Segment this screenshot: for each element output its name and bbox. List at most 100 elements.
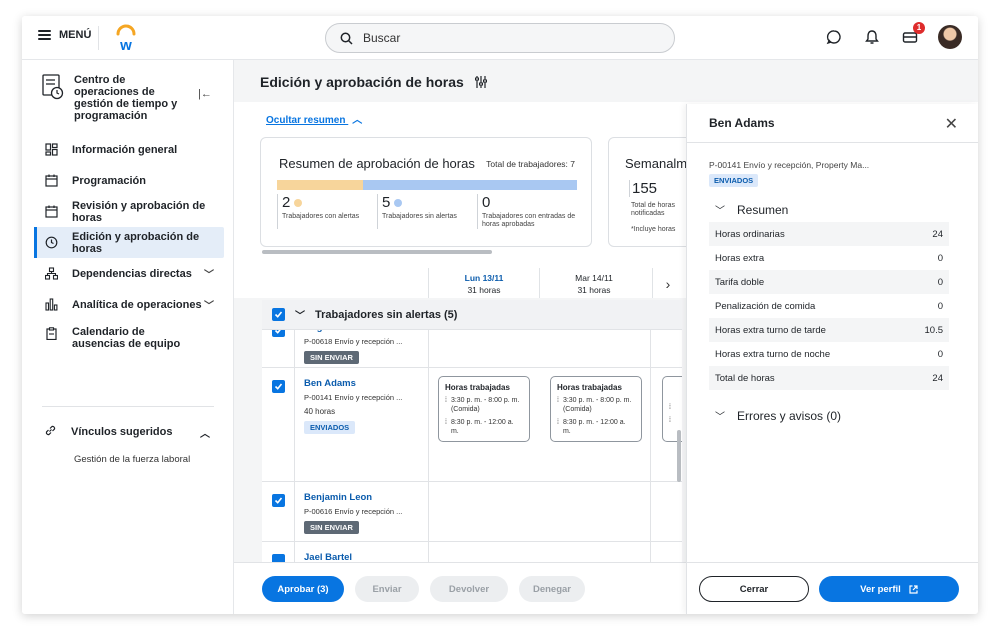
- group-header[interactable]: ﹀ Trabajadores sin alertas (5): [262, 300, 682, 330]
- search-placeholder: Buscar: [363, 31, 401, 45]
- summary-row: Horas extra 0: [709, 246, 949, 270]
- cell-divider: [294, 368, 295, 481]
- stat-without-alerts[interactable]: 5 Trabajadores sin alertas: [377, 194, 477, 229]
- group-checkbox[interactable]: [272, 308, 285, 321]
- summary-card: Resumen de aprobación de horas Total de …: [260, 137, 592, 247]
- stat-label: Trabajadores con alertas: [282, 213, 360, 220]
- column-day: Mar 14/11: [575, 273, 613, 283]
- chevron-up-icon: ︿: [200, 428, 210, 440]
- search-input[interactable]: Buscar: [325, 23, 675, 53]
- close-button[interactable]: Cerrar: [699, 576, 809, 602]
- status-badge: ENVIADOS: [304, 421, 356, 434]
- summary-accordion-header[interactable]: ﹀ Resumen: [715, 202, 789, 218]
- hide-summary-link[interactable]: Ocultar resumen ︿: [266, 111, 362, 126]
- row-checkbox[interactable]: [272, 554, 285, 562]
- sidebar-item-calendario[interactable]: Calendario de ausencias de equipo: [34, 320, 224, 360]
- cell-divider: [650, 368, 651, 481]
- sidebar-item-label: Dependencias directas: [72, 267, 192, 280]
- summary-row: Penalización de comida 0: [709, 294, 949, 318]
- shift-title: Horas trabajadas: [445, 383, 510, 392]
- approve-button[interactable]: Aprobar (3): [262, 576, 344, 602]
- summary-row: Horas extra turno de tarde 10.5: [709, 318, 949, 342]
- hamburger-icon: [38, 30, 51, 40]
- column-header-tue: Mar 14/11 31 horas: [554, 272, 634, 296]
- sidebar-item-dependencias[interactable]: Dependencias directas ﹀: [34, 258, 224, 289]
- employee-name[interactable]: Jael Bartel: [304, 552, 422, 562]
- menu-button[interactable]: MENÚ: [38, 29, 91, 41]
- deny-button[interactable]: Denegar: [519, 576, 585, 602]
- drag-handle-icon: ⁞: [557, 419, 559, 426]
- notification-badge: 1: [913, 22, 925, 34]
- row-value: 24: [932, 372, 943, 384]
- column-hours: 31 horas: [577, 285, 611, 295]
- row-value: 0: [937, 348, 943, 360]
- summary-row: Tarifa doble 0: [709, 270, 949, 294]
- cell-divider: [294, 482, 295, 541]
- org-chart-icon: [44, 267, 58, 281]
- collapse-sidebar-icon[interactable]: |←: [198, 88, 212, 100]
- table-row[interactable]: Benjamin Leon P-00616 Envío y recepción …: [262, 482, 682, 542]
- chevron-down-icon[interactable]: ﹀: [295, 307, 305, 322]
- no-alerts-dot-icon: [394, 198, 403, 207]
- panel-divider: [687, 142, 978, 143]
- stat-approved[interactable]: 0 Trabajadores con entradas de horas apr…: [477, 194, 577, 229]
- inbox-icon[interactable]: 1: [900, 22, 925, 47]
- table-row[interactable]: Ben Adams P-00141 Envío y recepción ... …: [262, 368, 682, 482]
- hide-summary-label: Ocultar resumen: [266, 115, 346, 126]
- stat-value: 0: [482, 194, 491, 211]
- summary-row: Horas ordinarias 24: [709, 222, 949, 246]
- employee-name[interactable]: Ben Adams: [304, 378, 422, 389]
- chevron-right-icon[interactable]: ›: [658, 272, 678, 296]
- bell-icon[interactable]: [862, 27, 882, 47]
- suggested-link[interactable]: Gestión de la fuerza laboral: [44, 454, 214, 465]
- sidebar-item-revision[interactable]: Revisión y aprobación de horas: [34, 196, 224, 227]
- column-header-mon: Lun 13/11 31 horas: [444, 272, 524, 296]
- summary-accordion-label: Resumen: [737, 202, 789, 217]
- close-icon[interactable]: ✕: [945, 114, 958, 134]
- filter-settings-icon[interactable]: [474, 75, 488, 89]
- user-avatar[interactable]: [938, 25, 962, 49]
- row-label: Horas extra: [715, 252, 765, 264]
- chat-icon[interactable]: [824, 27, 844, 47]
- sidebar-item-programacion[interactable]: Programación: [34, 165, 224, 196]
- status-badge: ENVIADOS: [709, 174, 759, 187]
- sidebar-item-informacion-general[interactable]: Información general: [34, 134, 224, 165]
- stat-with-alerts[interactable]: 2 Trabajadores con alertas: [277, 194, 377, 229]
- vertical-scrollbar[interactable]: [677, 430, 681, 482]
- search-icon: [340, 32, 353, 45]
- table-row[interactable]: Jael Bartel: [262, 542, 682, 562]
- row-value: 0: [937, 276, 943, 288]
- errors-accordion-header[interactable]: ﹀ Errores y avisos (0): [715, 408, 841, 424]
- shift-card[interactable]: Horas trabajadas ⁞ 3:30 p. m. - 8:00 p. m…: [438, 376, 530, 442]
- employee-position: P-00141 Envío y recepción ...: [304, 393, 403, 402]
- clock-icon: [44, 236, 58, 250]
- shift-entry: 8:30 p. m. - 12:00 a. m.: [450, 419, 514, 435]
- horizontal-scrollbar[interactable]: [262, 250, 492, 254]
- column-divider: [428, 268, 429, 298]
- detail-panel: Ben Adams ✕ P-00141 Envío y recepción, P…: [686, 104, 978, 614]
- app-window: MENÚ w Buscar 1 Centro de operaciones de…: [22, 16, 978, 614]
- cell-divider: [428, 482, 429, 541]
- view-profile-button[interactable]: Ver perfil: [819, 576, 959, 602]
- bar-chart-icon: [44, 298, 58, 312]
- chevron-down-icon: ﹀: [715, 206, 725, 217]
- sidebar-item-edicion[interactable]: Edición y aprobación de horas: [34, 227, 224, 258]
- cell-divider: [650, 542, 651, 562]
- row-checkbox[interactable]: [272, 380, 285, 393]
- row-checkbox[interactable]: [272, 494, 285, 507]
- send-button[interactable]: Enviar: [355, 576, 419, 602]
- shift-card[interactable]: Horas trabajadas ⁞ 3:30 p. m. - 8:00 p. m…: [550, 376, 642, 442]
- summary-total: Total de trabajadores: 7: [486, 159, 575, 169]
- row-value: 0: [937, 300, 943, 312]
- employee-name[interactable]: Benjamin Leon: [304, 492, 422, 503]
- sidebar-divider: [42, 406, 214, 407]
- sidebar-item-analitica[interactable]: Analítica de operaciones ﹀: [34, 289, 224, 320]
- suggested-links-header[interactable]: Vínculos sugeridos ︿: [44, 422, 214, 442]
- row-checkbox-wrap: [272, 494, 285, 507]
- sidebar-item-label: Edición y aprobación de horas: [72, 230, 200, 255]
- sidebar: Centro de operaciones de gestión de tiem…: [22, 60, 234, 614]
- return-button[interactable]: Devolver: [430, 576, 508, 602]
- calendar-icon: [44, 174, 58, 188]
- workday-logo-icon[interactable]: w: [115, 23, 137, 53]
- link-icon: [44, 424, 57, 440]
